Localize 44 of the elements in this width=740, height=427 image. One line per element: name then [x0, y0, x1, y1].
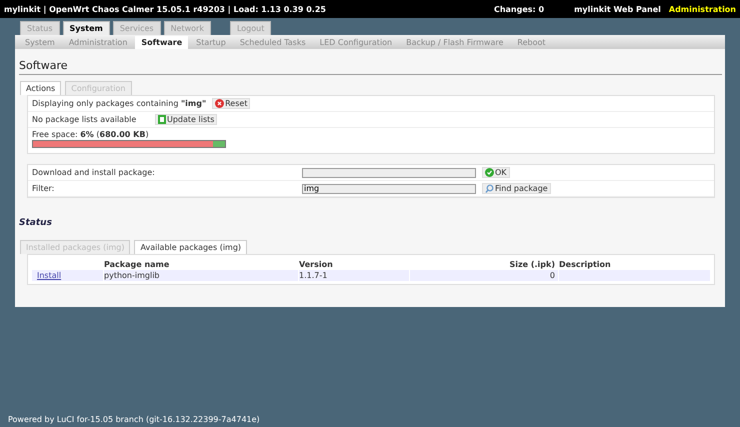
free-space-text: Free space: 6% (680.00 KB): [32, 130, 150, 139]
download-label: Download and install package:: [32, 168, 156, 177]
changes-count[interactable]: Changes: 0: [494, 4, 544, 14]
column-header: Size (.ipk): [508, 260, 556, 269]
section-tab[interactable]: Actions: [20, 81, 62, 95]
table-cell: 1.1.7-1: [299, 270, 409, 281]
sub-tab[interactable]: Administration: [62, 36, 134, 49]
main-tab[interactable]: Network: [164, 21, 211, 35]
sub-tab[interactable]: System: [19, 36, 61, 49]
ok-button[interactable]: OK: [482, 167, 510, 178]
close-icon: [215, 99, 224, 108]
main-tab[interactable]: Services: [112, 21, 161, 35]
find-package-button[interactable]: Find package: [482, 183, 551, 194]
check-icon: [485, 168, 494, 177]
sub-tab[interactable]: LED Configuration: [314, 36, 398, 49]
filter-input[interactable]: img: [302, 184, 476, 194]
table-cell: python-imglib: [104, 270, 298, 281]
column-header: Description: [559, 260, 612, 269]
sub-tab[interactable]: Software: [135, 36, 188, 49]
status-title: Status: [19, 218, 53, 228]
search-icon: [485, 184, 494, 193]
table-cell: 0: [410, 270, 558, 281]
reset-button[interactable]: Reset: [212, 98, 250, 109]
sub-tab[interactable]: Backup / Flash Firmware: [400, 36, 510, 49]
header-title: mylinkit | OpenWrt Chaos Calmer 15.05.1 r49203 | Load: 1.13 0.39 0.25: [4, 4, 326, 14]
sub-tab[interactable]: Reboot: [511, 36, 552, 49]
lists-info: No package lists available: [32, 115, 138, 124]
sub-tab[interactable]: Scheduled Tasks: [234, 36, 312, 49]
footer-text: Powered by LuCI for-15.05 branch (git-16.132.22399-7a4741e): [8, 415, 260, 424]
document-icon: [158, 115, 166, 124]
main-tab[interactable]: Status: [20, 21, 60, 35]
main-tab[interactable]: Logout: [230, 21, 272, 35]
column-header: Package name: [104, 260, 170, 269]
panel-name: mylinkit Web Panel: [574, 4, 661, 14]
sub-tab[interactable]: Startup: [190, 36, 232, 49]
package-tab[interactable]: Available packages (img): [134, 240, 248, 254]
package-input[interactable]: [302, 168, 476, 178]
page-title: Software: [19, 59, 722, 75]
column-header: Version: [299, 260, 334, 269]
filter-info: Displaying only packages containing "img": [32, 99, 206, 108]
filter-label: Filter:: [32, 184, 56, 193]
mode-label: Administration: [668, 4, 736, 14]
main-tab[interactable]: System: [62, 21, 110, 35]
update-lists-button[interactable]: Update lists: [155, 114, 218, 125]
